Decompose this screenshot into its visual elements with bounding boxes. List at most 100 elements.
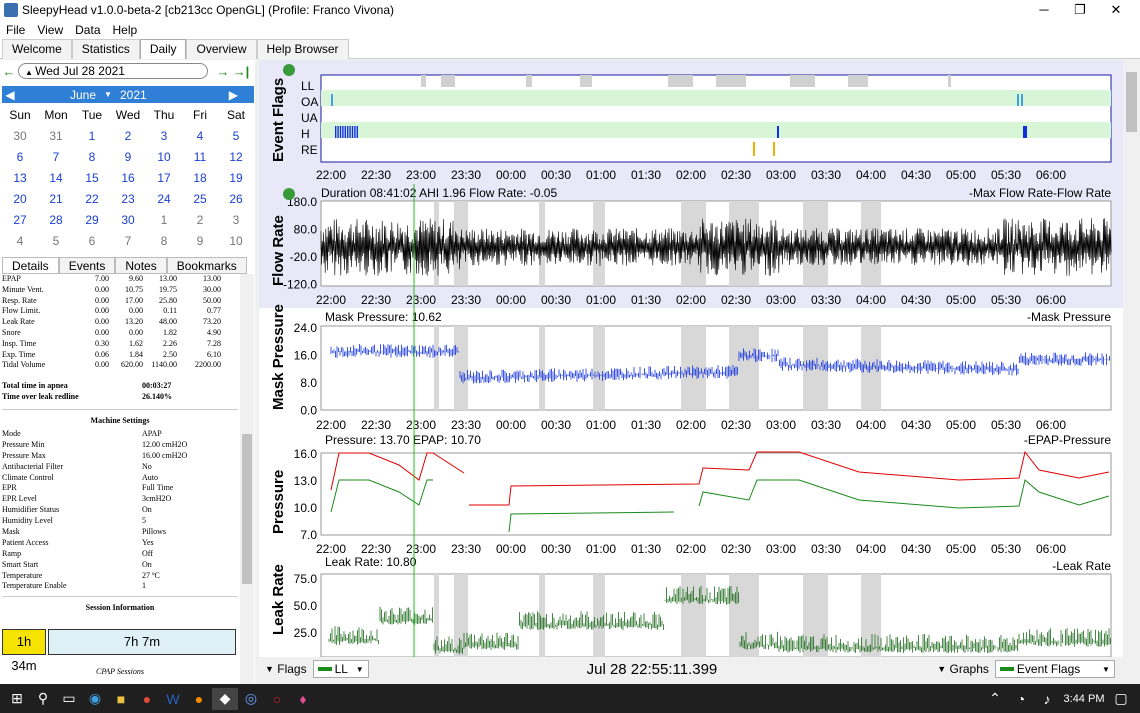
tab-welcome[interactable]: Welcome xyxy=(2,39,72,59)
flag-row-band xyxy=(321,122,1111,138)
calendar-day[interactable]: 6 xyxy=(2,146,38,167)
tab-notes[interactable]: Notes xyxy=(115,257,167,274)
time-tick-label: 01:30 xyxy=(631,542,661,556)
graphs-dropdown[interactable]: ▼ Graphs xyxy=(937,662,989,676)
calendar-day[interactable]: 18 xyxy=(182,167,218,188)
droplet-icon[interactable]: ♦ xyxy=(290,688,316,710)
minimize-button[interactable]: ─ xyxy=(1026,0,1062,20)
calendar-day[interactable]: 6 xyxy=(74,230,110,251)
calendar-day[interactable]: 22 xyxy=(74,188,110,209)
calendar-day[interactable]: 4 xyxy=(2,230,38,251)
flags-dropdown[interactable]: ▼ Flags xyxy=(265,662,307,676)
graph-scrollbar-thumb[interactable] xyxy=(1126,72,1137,132)
calendar-day[interactable]: 1 xyxy=(146,209,182,230)
calendar-day[interactable]: 17 xyxy=(146,167,182,188)
calendar-day[interactable]: 25 xyxy=(182,188,218,209)
scrollbar-thumb[interactable] xyxy=(242,434,252,584)
calendar-day[interactable]: 8 xyxy=(146,230,182,251)
firefox-icon[interactable]: ● xyxy=(186,688,212,710)
setting-row: Antibacterial Filter No xyxy=(2,462,238,473)
tab-events[interactable]: Events xyxy=(58,257,116,274)
session-short[interactable]: 1h 34m xyxy=(2,629,46,673)
calendar-day[interactable]: 10 xyxy=(146,146,182,167)
prev-day-icon[interactable]: ← xyxy=(0,64,18,79)
graphs-svg[interactable]: Event Flags LL OA UA H RE 22:00 22:30 23:00 23:30… xyxy=(259,60,1123,657)
calendar-day[interactable]: 13 xyxy=(2,167,38,188)
windows-start-icon[interactable]: ⊞ xyxy=(4,688,30,710)
word-icon[interactable]: W xyxy=(160,688,186,710)
task-view-icon[interactable]: ▭ xyxy=(56,688,82,710)
menu-file[interactable]: File xyxy=(0,23,31,37)
event-flags-selector[interactable]: Event Flags ▼ xyxy=(994,660,1115,678)
maximize-button[interactable]: ❐ xyxy=(1062,0,1098,20)
session-long[interactable]: 7h 7m xyxy=(48,629,236,655)
menu-help[interactable]: Help xyxy=(107,23,144,37)
calendar-day[interactable]: 3 xyxy=(146,125,182,146)
calendar-day[interactable]: 30 xyxy=(2,125,38,146)
graph-scrollbar[interactable] xyxy=(1123,60,1140,657)
tray-up-icon[interactable]: ⌃ xyxy=(982,688,1008,710)
calendar-day[interactable]: 3 xyxy=(218,209,254,230)
volume-icon[interactable]: ♪ xyxy=(1034,688,1060,710)
close-button[interactable]: ✕ xyxy=(1098,0,1134,20)
last-day-icon[interactable]: →| xyxy=(232,64,250,79)
calendar-day[interactable]: 31 xyxy=(38,125,74,146)
calendar-day[interactable]: 29 xyxy=(74,209,110,230)
calendar-day[interactable]: 19 xyxy=(218,167,254,188)
calendar-day[interactable]: 26 xyxy=(218,188,254,209)
notifications-icon[interactable]: ▢ xyxy=(1108,688,1134,710)
calendar-day[interactable]: 11 xyxy=(182,146,218,167)
next-day-icon[interactable]: → xyxy=(214,64,232,79)
calendar-day[interactable]: 7 xyxy=(110,230,146,251)
sleepyhead-icon[interactable]: ◆ xyxy=(212,687,238,710)
ll-selector[interactable]: LL ▼ xyxy=(312,660,369,678)
calendar-day[interactable]: 1 xyxy=(74,125,110,146)
calendar-day[interactable]: 24 xyxy=(146,188,182,209)
calendar-day[interactable]: 28 xyxy=(38,209,74,230)
month-dropdown-icon[interactable]: ▼ xyxy=(96,90,120,99)
calendar-day[interactable]: 7 xyxy=(38,146,74,167)
search-icon[interactable]: ⚲ xyxy=(30,688,56,710)
calendar-day[interactable]: 23 xyxy=(110,188,146,209)
tab-statistics[interactable]: Statistics xyxy=(71,39,140,59)
calendar-day[interactable]: 14 xyxy=(38,167,74,188)
menu-view[interactable]: View xyxy=(31,23,69,37)
clock[interactable]: 3:44 PM xyxy=(1060,693,1108,705)
date-picker[interactable]: ▲ Wed Jul 28 2021 xyxy=(18,63,208,79)
next-month-icon[interactable]: ▶ xyxy=(160,88,238,102)
calendar-day[interactable]: 10 xyxy=(218,230,254,251)
stats-cell: 0.06 xyxy=(95,349,109,359)
tab-help-browser[interactable]: Help Browser xyxy=(256,39,349,59)
calendar-day[interactable]: 4 xyxy=(182,125,218,146)
calendar-day[interactable]: 16 xyxy=(110,167,146,188)
calendar-day[interactable]: 9 xyxy=(182,230,218,251)
menu-data[interactable]: Data xyxy=(69,23,106,37)
tab-daily[interactable]: Daily xyxy=(139,39,187,59)
prev-month-icon[interactable]: ◀ xyxy=(2,88,18,102)
calendar-day[interactable]: 2 xyxy=(110,125,146,146)
calendar-day[interactable]: 30 xyxy=(110,209,146,230)
details-scrollbar[interactable] xyxy=(240,274,254,684)
app-icon-wp[interactable]: ◎ xyxy=(238,688,264,710)
file-explorer-icon[interactable]: ■ xyxy=(108,688,134,710)
network-icon[interactable]: ◔ xyxy=(1008,688,1034,710)
opera-icon[interactable]: ○ xyxy=(264,688,290,710)
calendar-day[interactable]: 21 xyxy=(38,188,74,209)
calendar-day[interactable]: 5 xyxy=(38,230,74,251)
tab-bookmarks[interactable]: Bookmarks xyxy=(166,257,247,274)
tab-details[interactable]: Details xyxy=(2,257,59,274)
calendar-day[interactable]: 15 xyxy=(74,167,110,188)
calendar-month[interactable]: June xyxy=(18,88,96,102)
tab-overview[interactable]: Overview xyxy=(186,39,257,59)
calendar-year[interactable]: 2021 xyxy=(120,88,160,102)
edge-icon[interactable]: ◉ xyxy=(82,688,108,710)
calendar-day[interactable]: 9 xyxy=(110,146,146,167)
chrome-icon[interactable]: ● xyxy=(134,688,160,710)
calendar-day[interactable]: 5 xyxy=(218,125,254,146)
time-tick-label: 22:00 xyxy=(316,293,346,307)
calendar-day[interactable]: 20 xyxy=(2,188,38,209)
calendar-day[interactable]: 12 xyxy=(218,146,254,167)
calendar-day[interactable]: 2 xyxy=(182,209,218,230)
calendar-day[interactable]: 27 xyxy=(2,209,38,230)
calendar-day[interactable]: 8 xyxy=(74,146,110,167)
